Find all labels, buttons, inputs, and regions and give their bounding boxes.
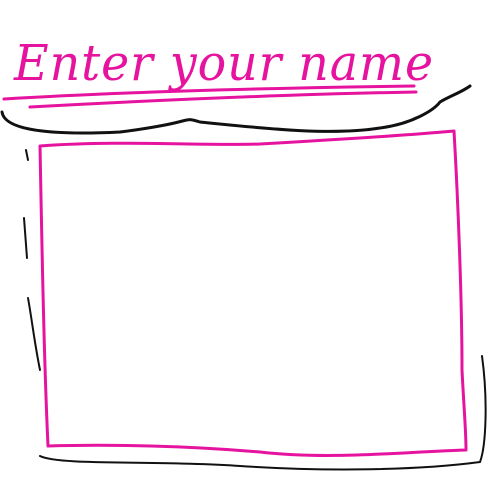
name-input[interactable] xyxy=(52,150,452,440)
page-title: Enter your name xyxy=(13,34,434,92)
